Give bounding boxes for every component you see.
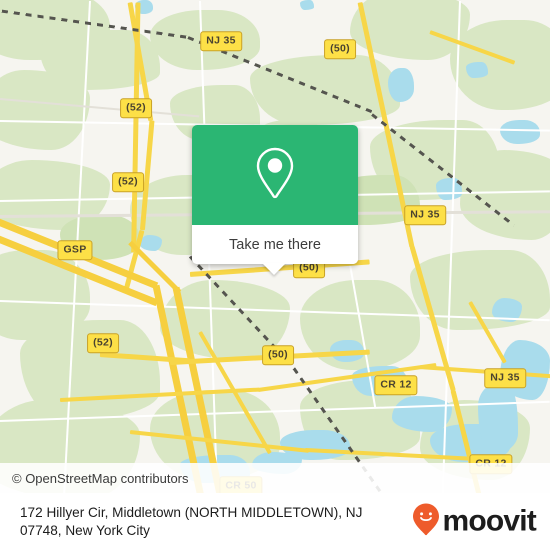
road-shield[interactable]: GSP xyxy=(57,240,93,260)
water-body xyxy=(140,235,162,251)
card-pin-area xyxy=(192,125,358,225)
moovit-logo[interactable]: moovit xyxy=(412,502,537,541)
address-text: 172 Hillyer Cir, Middletown (NORTH MIDDL… xyxy=(20,504,363,538)
moovit-map-screenshot: NJ 35 (50) (52) (52) GSP NJ 35 (50) (52)… xyxy=(0,0,550,550)
water-body xyxy=(466,62,488,78)
moovit-wordmark: moovit xyxy=(442,504,536,538)
card-action-area[interactable]: Take me there xyxy=(192,225,358,264)
water-body xyxy=(300,0,314,10)
road-shield[interactable]: (52) xyxy=(112,172,144,192)
map-attribution-bar: © OpenStreetMap contributors xyxy=(0,463,550,493)
road-shield[interactable]: (52) xyxy=(87,333,119,353)
road-shield[interactable]: NJ 35 xyxy=(484,368,526,388)
landcover-green xyxy=(450,20,550,110)
map-pin-icon xyxy=(253,145,297,206)
water-body xyxy=(500,120,540,144)
road-shield[interactable]: (52) xyxy=(120,98,152,118)
road-shield[interactable]: CR 12 xyxy=(374,375,418,395)
landcover-green xyxy=(0,70,90,150)
osm-attribution-text[interactable]: © OpenStreetMap contributors xyxy=(0,471,189,486)
road-shield[interactable]: (50) xyxy=(262,345,294,365)
location-callout-card[interactable]: Take me there xyxy=(192,125,358,275)
water-body xyxy=(388,68,414,102)
moovit-smiley-pin-icon xyxy=(412,502,440,541)
take-me-there-label[interactable]: Take me there xyxy=(229,237,321,253)
road-shield[interactable]: NJ 35 xyxy=(404,205,446,225)
water-body xyxy=(392,396,452,432)
footer-bar: 172 Hillyer Cir, Middletown (NORTH MIDDL… xyxy=(0,493,550,550)
road-shield[interactable]: NJ 35 xyxy=(200,31,242,51)
road-shield[interactable]: (50) xyxy=(324,39,356,59)
callout-tail xyxy=(262,263,286,275)
